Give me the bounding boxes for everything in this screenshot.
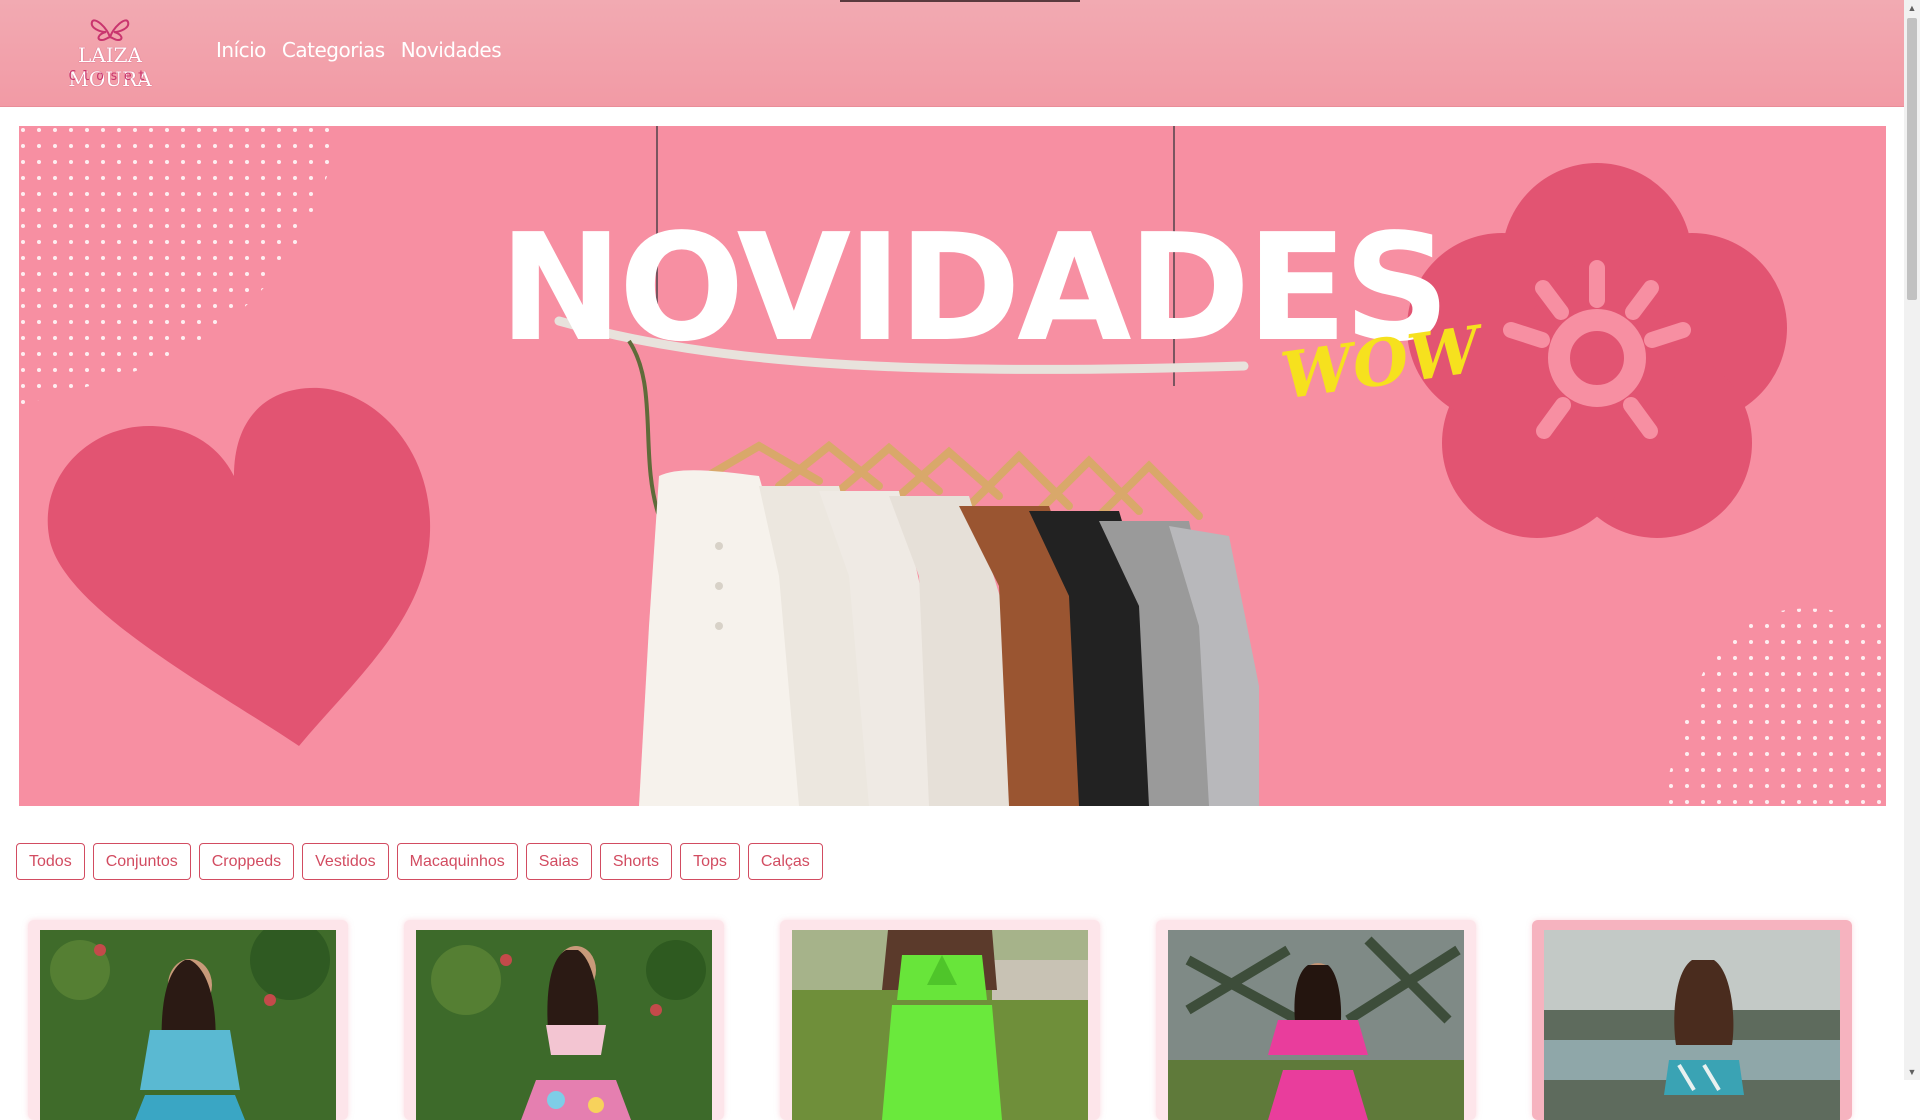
nav-categorias[interactable]: Categorias [282, 38, 385, 62]
butterfly-icon [90, 19, 130, 42]
brand-logo[interactable]: LAIZA MOURA Closet [38, 12, 182, 91]
scrollbar-thumb[interactable] [1907, 18, 1917, 300]
category-filters: Todos Conjuntos Croppeds Vestidos Macaqu… [16, 843, 823, 880]
nav-inicio[interactable]: Início [216, 38, 266, 62]
woman-pink-set-photo [1168, 930, 1464, 1120]
filter-conjuntos[interactable]: Conjuntos [92, 843, 191, 880]
product-card[interactable] [28, 920, 348, 1120]
heart-shape [47, 387, 431, 746]
product-card[interactable] [780, 920, 1100, 1120]
dots-bottom-right [1659, 608, 1886, 806]
filter-saias[interactable]: Saias [525, 843, 592, 880]
product-photo[interactable] [416, 930, 712, 1120]
product-card[interactable] [1156, 920, 1476, 1120]
product-photo[interactable] [1168, 930, 1464, 1120]
brand-sub: Closet [68, 69, 152, 84]
main-nav: Início Categorias Novidades [216, 38, 502, 62]
woman-floral-turquoise-set-photo [40, 930, 336, 1120]
filter-shorts[interactable]: Shorts [599, 843, 673, 880]
hero-banner[interactable]: NOVIDADES WOW [19, 126, 1886, 806]
scroll-up-icon[interactable]: ▲ [1904, 0, 1920, 16]
top-indicator-line [840, 0, 1080, 2]
filter-macaquinhos[interactable]: Macaquinhos [396, 843, 518, 880]
product-photo[interactable] [792, 930, 1088, 1120]
banner-headline: NOVIDADES [498, 202, 1450, 374]
page-scrollbar[interactable]: ▲ ▼ [1904, 0, 1920, 1080]
product-photo[interactable] [1544, 930, 1840, 1120]
woman-floral-colorful-set-photo [416, 930, 712, 1120]
product-card[interactable] [404, 920, 724, 1120]
filter-tops[interactable]: Tops [680, 843, 740, 880]
site-header: LAIZA MOURA Closet Início Categorias Nov… [0, 0, 1904, 107]
woman-green-jumpsuit-photo [792, 930, 1088, 1120]
filter-croppeds[interactable]: Croppeds [198, 843, 295, 880]
scroll-down-icon[interactable]: ▼ [1904, 1064, 1920, 1080]
product-photo[interactable] [40, 930, 336, 1120]
product-grid [0, 920, 1904, 1120]
woman-turquoise-top-photo [1544, 930, 1840, 1120]
filter-calcas[interactable]: Calças [747, 843, 823, 880]
nav-novidades[interactable]: Novidades [401, 38, 502, 62]
filter-todos[interactable]: Todos [16, 843, 85, 880]
filter-vestidos[interactable]: Vestidos [302, 843, 389, 880]
product-card[interactable] [1532, 920, 1852, 1120]
